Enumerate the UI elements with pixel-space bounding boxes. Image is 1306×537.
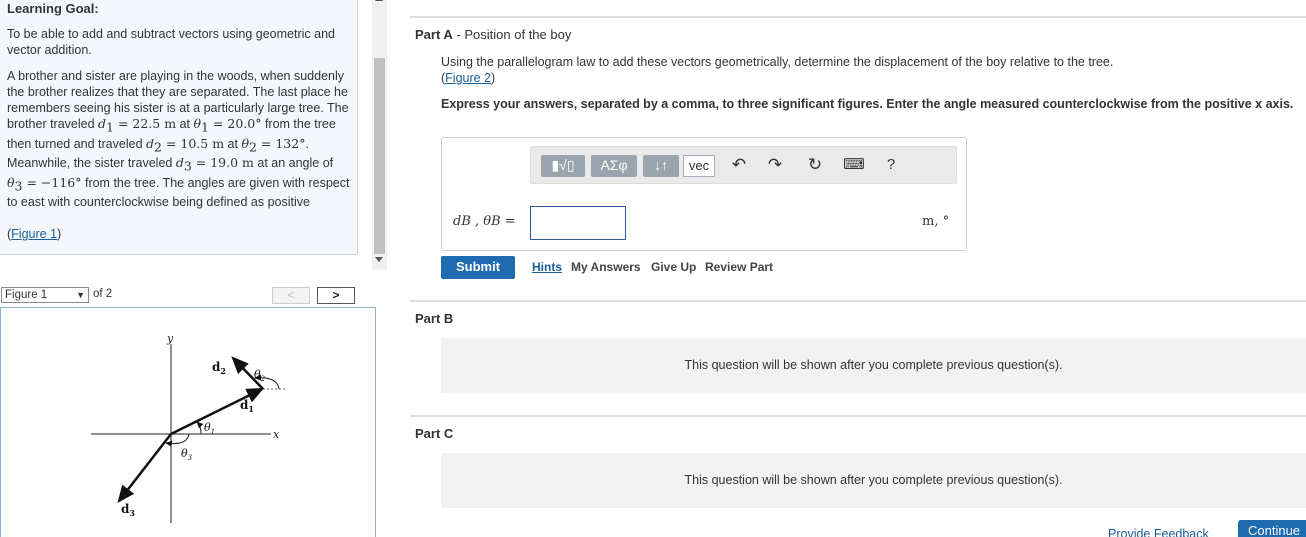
dropdown-caret-icon: ▼ — [76, 290, 85, 300]
label-theta2: θ2 — [254, 368, 266, 383]
label-theta3: θ3 — [181, 447, 193, 462]
templates-button[interactable]: ▮√▯ — [541, 155, 585, 177]
review-part-link[interactable]: Review Part — [705, 260, 773, 274]
answer-box: ▮√▯ ΑΣφ ↓↑ vec ↶ ↷ ↻ ⌨ ? dB , θB = m, ° — [441, 137, 967, 251]
previous-figure-button[interactable]: < — [272, 287, 310, 304]
part-a-instruction: Using the parallelogram law to add these… — [441, 55, 1114, 85]
vector-diagram: y x d1 d2 d3 θ1 θ2 θ3 — [91, 332, 286, 523]
continue-button[interactable]: Continue — [1238, 520, 1306, 537]
answer-input[interactable] — [530, 206, 626, 240]
figure-navigation: Figure 1 ▼ of 2 < > — [0, 285, 376, 305]
scroll-down-arrow-icon[interactable] — [375, 257, 383, 262]
give-up-link[interactable]: Give Up — [651, 260, 696, 274]
part-a-express-instruction: Express your answers, separated by a com… — [441, 97, 1294, 111]
vector-d3 — [117, 433, 172, 503]
vector-button[interactable]: vec — [683, 155, 715, 177]
divider — [410, 16, 1306, 18]
scrollbar-thumb[interactable] — [374, 58, 385, 254]
answer-label: dB , θB = — [453, 214, 516, 229]
figure-select[interactable]: Figure 1 ▼ — [1, 287, 89, 303]
left-panel-scrollbar[interactable] — [372, 0, 387, 270]
question-area: Part A - Position of the boy Using the p… — [410, 0, 1306, 537]
scroll-up-arrow-icon[interactable] — [375, 0, 383, 1]
greek-symbols-button[interactable]: ΑΣφ — [591, 155, 637, 177]
part-a-header: Part A - Position of the boy — [415, 27, 572, 42]
learning-goal-panel: Learning Goal: To be able to add and sub… — [0, 0, 358, 255]
divider — [410, 300, 1306, 302]
learning-goal-text: To be able to add and subtract vectors u… — [7, 27, 335, 57]
next-figure-button[interactable]: > — [317, 287, 355, 304]
label-d2: d2 — [212, 360, 226, 376]
label-d1: d1 — [240, 398, 254, 414]
figure-count: of 2 — [93, 288, 113, 300]
divider — [410, 415, 1306, 417]
figure-1-link[interactable]: Figure 1 — [11, 227, 57, 241]
subscript-superscript-button[interactable]: ↓↑ — [643, 155, 679, 177]
my-answers-link[interactable]: My Answers — [571, 260, 641, 274]
math-toolbar: ▮√▯ ΑΣφ ↓↑ vec ↶ ↷ ↻ ⌨ ? — [530, 146, 957, 184]
help-icon[interactable]: ? — [879, 155, 903, 177]
part-b-locked-message: This question will be shown after you co… — [441, 338, 1306, 393]
part-c-locked-message: This question will be shown after you co… — [441, 453, 1306, 508]
theta1-arc — [196, 421, 204, 435]
figure-2-link[interactable]: Figure 2 — [445, 71, 491, 85]
redo-icon[interactable]: ↷ — [763, 155, 787, 177]
figure-frame: y x d1 d2 d3 θ1 θ2 θ3 — [0, 307, 376, 537]
figure-1-link-wrap: (Figure 1) — [7, 227, 62, 241]
answer-units: m, ° — [922, 214, 950, 229]
hints-link[interactable]: Hints — [532, 260, 562, 274]
part-c-header: Part C — [415, 426, 454, 441]
y-axis-label: y — [166, 332, 174, 345]
provide-feedback-link[interactable]: Provide Feedback — [1108, 527, 1209, 537]
submit-button[interactable]: Submit — [441, 256, 515, 279]
x-axis-label: x — [273, 428, 280, 441]
learning-goal-title: Learning Goal: — [7, 1, 99, 16]
undo-icon[interactable]: ↶ — [727, 155, 751, 177]
label-d3: d3 — [121, 502, 135, 518]
problem-statement: A brother and sister are playing in the … — [7, 69, 350, 209]
label-theta1: θ1 — [204, 421, 215, 436]
part-b-header: Part B — [415, 311, 454, 326]
keyboard-icon[interactable]: ⌨ — [841, 155, 867, 177]
reset-icon[interactable]: ↻ — [803, 155, 827, 177]
